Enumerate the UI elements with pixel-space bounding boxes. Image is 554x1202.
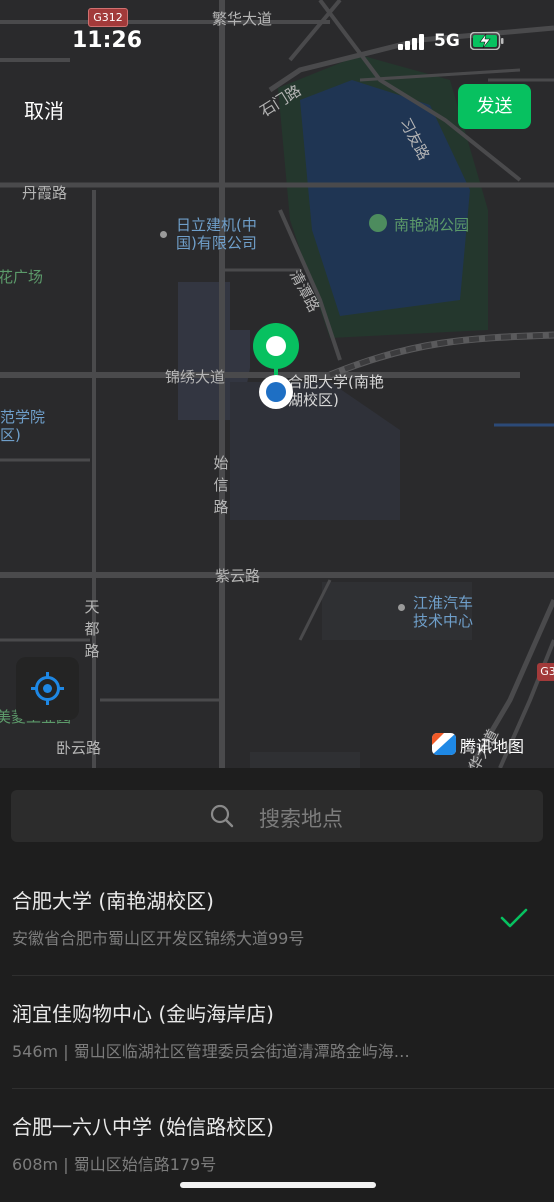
map-brand: 腾讯地图 — [432, 732, 542, 756]
poi-dot-jac — [398, 604, 405, 611]
road-label-fanhua: 繁华大道 — [212, 10, 273, 28]
list-item[interactable]: 润宜佳购物中心 (金屿海岸店) 546m | 蜀山区临湖社区管理委员会街道清潭路… — [0, 976, 554, 1089]
poi-dot-hitachi — [160, 231, 167, 238]
signal-icon — [398, 34, 426, 50]
search-input[interactable]: 搜索地点 — [11, 790, 543, 842]
locate-button[interactable] — [16, 657, 79, 720]
place-title: 润宜佳购物中心 (金屿海岸店) — [12, 1002, 274, 1026]
poi-label-normal[interactable]: 范学院区) — [0, 408, 48, 444]
poi-label-hitachi[interactable]: 日立建机(中国)有限公司 — [176, 216, 272, 252]
tencent-logo-icon — [432, 733, 456, 755]
send-button[interactable]: 发送 — [458, 84, 531, 129]
search-placeholder: 搜索地点 — [259, 807, 343, 831]
place-address: 608m | 蜀山区始信路179号 — [12, 1155, 217, 1174]
poi-label-park[interactable]: 南艳湖公园 — [394, 216, 469, 234]
check-icon — [500, 908, 528, 928]
map-pin-icon[interactable] — [247, 316, 307, 416]
place-address: 安徽省合肥市蜀山区开发区锦绣大道99号 — [12, 929, 305, 948]
road-label-shixin: 始信路 — [213, 454, 229, 516]
locate-icon — [31, 672, 64, 705]
list-item[interactable]: 合肥大学 (南艳湖校区) 安徽省合肥市蜀山区开发区锦绣大道99号 — [0, 863, 554, 976]
location-sheet: 搜索地点 合肥大学 (南艳湖校区) 安徽省合肥市蜀山区开发区锦绣大道99号 润宜… — [0, 768, 554, 1200]
poi-label-jac[interactable]: 江淮汽车技术中心 — [413, 594, 485, 630]
battery-charging-icon — [470, 32, 504, 50]
road-label-tiandu: 天都路 — [84, 598, 100, 660]
place-title: 合肥大学 (南艳湖校区) — [12, 889, 214, 913]
place-address: 546m | 蜀山区临湖社区管理委员会街道清潭路金屿海… — [12, 1042, 410, 1061]
status-bar: 11:26 5G — [0, 28, 554, 58]
poi-label-plaza[interactable]: 花广场 — [0, 268, 43, 286]
highway-shield-g312: G312 — [88, 8, 128, 27]
network-label: 5G — [434, 31, 460, 51]
road-label-woyun: 卧云路 — [56, 739, 102, 757]
cancel-button[interactable]: 取消 — [24, 95, 64, 124]
home-indicator[interactable] — [180, 1182, 376, 1188]
road-label-jinxiu: 锦绣大道 — [165, 368, 226, 386]
place-title: 合肥一六八中学 (始信路校区) — [12, 1115, 274, 1139]
brand-label: 腾讯地图 — [460, 737, 525, 756]
park-icon — [369, 214, 387, 232]
status-time: 11:26 — [72, 28, 143, 53]
highway-shield-g3: G3 — [537, 663, 554, 681]
road-label-ziyun: 紫云路 — [215, 567, 261, 585]
search-icon — [210, 804, 234, 828]
road-label-danxia: 丹霞路 — [22, 184, 68, 202]
